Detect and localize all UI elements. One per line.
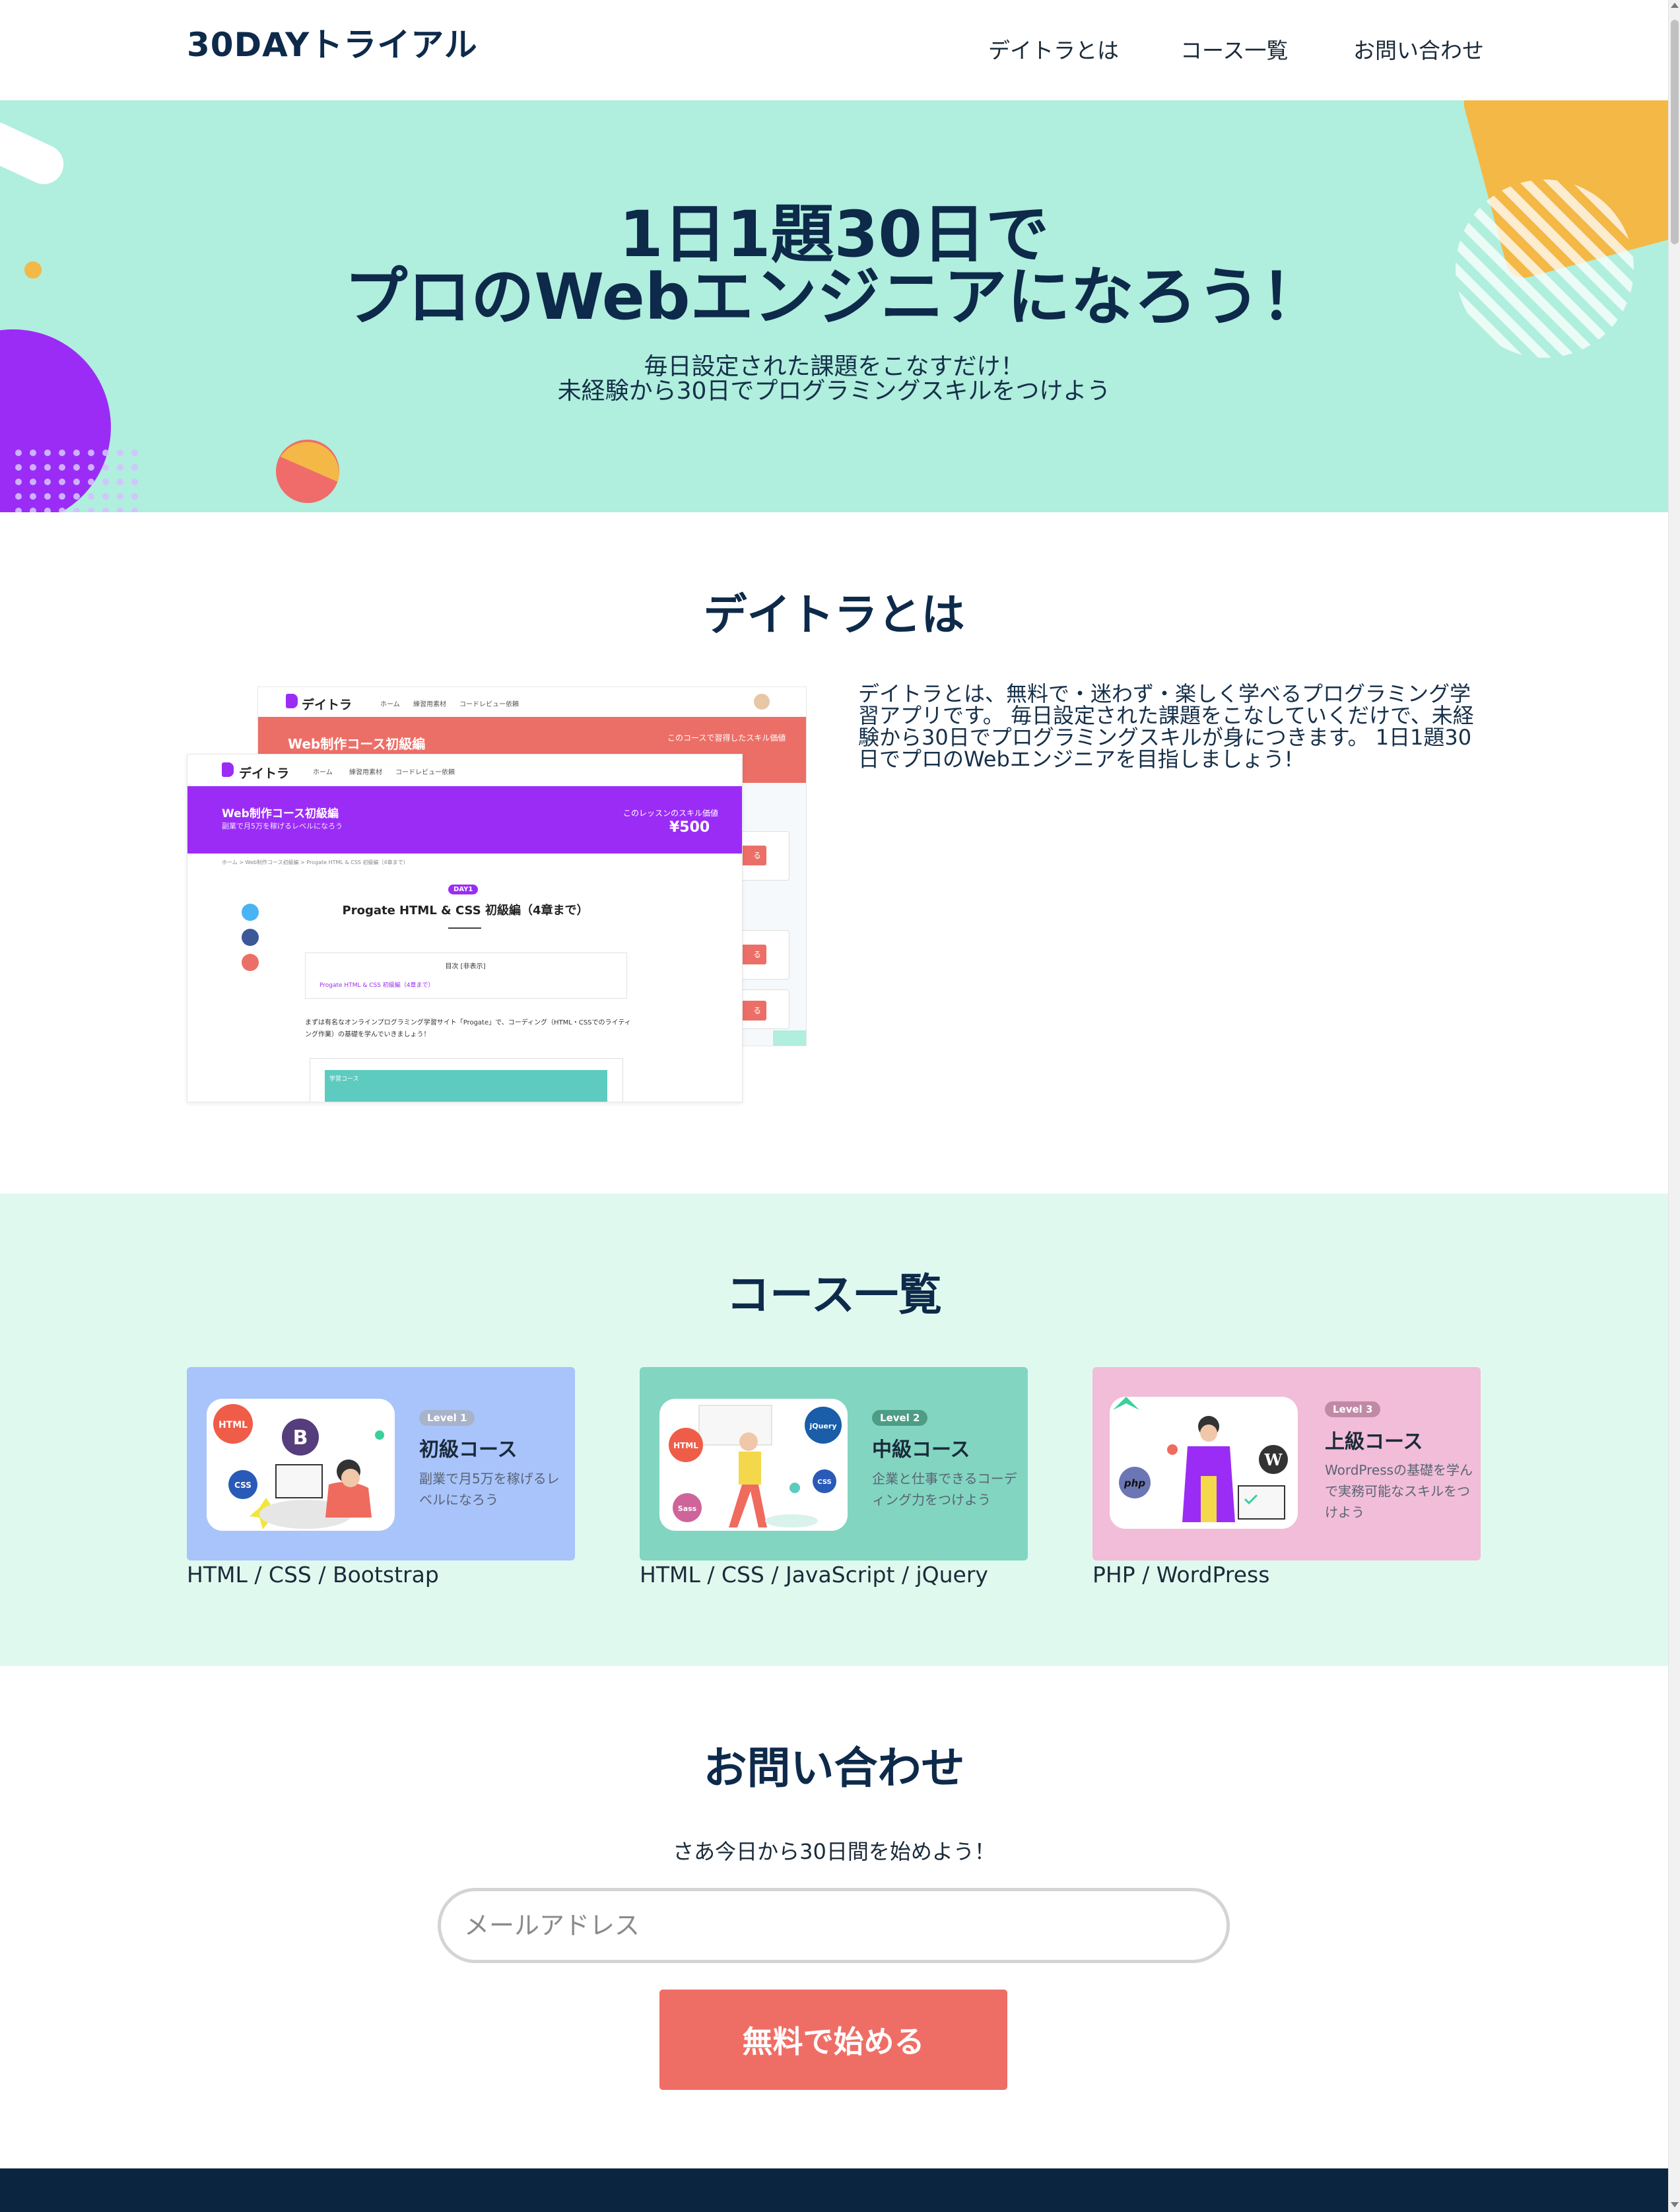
course-desc-advanced: WordPressの基礎を学んで実務可能なスキルをつけよう	[1325, 1462, 1473, 1520]
nav-link-courses[interactable]: コース一覧	[1180, 33, 1288, 65]
svg-text:jQuery: jQuery	[809, 1422, 836, 1430]
svg-text:CSS: CSS	[817, 1479, 831, 1486]
about-description: デイトラとは、無料で・迷わず・楽しく学べるプログラミング学習アプリです。 毎日設…	[858, 681, 1474, 772]
svg-text:W: W	[1264, 1450, 1283, 1469]
course-illustration-beginner: HTML B CSS	[207, 1399, 395, 1531]
white-pill-shape	[0, 122, 64, 184]
hero-subtitle-line2: 未経験から30日でプログラミングスキルをつけよう	[557, 378, 1111, 405]
site-footer	[0, 2168, 1668, 2212]
hero-section: 1日1題30日で プロのWebエンジニアになろう！ 毎日設定された課題をこなすだ…	[0, 100, 1668, 512]
contact-subtitle: さあ今日から30日間を始めよう！	[673, 1839, 995, 1864]
mockup-front-box-label: 学習コース	[329, 1076, 359, 1083]
mockup-back-banner-title: Web制作コース初級編	[288, 736, 426, 752]
email-input[interactable]	[438, 1888, 1230, 1963]
contact-title: お問い合わせ	[703, 1743, 965, 1793]
svg-text:CSS: CSS	[234, 1481, 252, 1490]
course-tags-advanced: PHP / WordPress	[1092, 1562, 1270, 1588]
mockup-back-banner-right: このコースで習得したスキル価値	[667, 733, 786, 743]
about-title: デイトラとは	[703, 589, 965, 640]
hero-title-line1: 1日1題30日で	[619, 197, 1050, 271]
course-illustration-intermediate: HTML jQuery Sass CSS	[659, 1399, 848, 1531]
mockup-back-nav-review: コードレビュー依頼	[459, 701, 519, 708]
site-logo[interactable]: 30DAYトライアル	[187, 18, 478, 66]
course-card-beginner[interactable]: HTML B CSS Level 1 初級コース 副業で月5万を稼げるレベルにな…	[187, 1367, 575, 1560]
mockup-front-nav-materials: 練習用素材	[349, 769, 382, 776]
svg-text:HTML: HTML	[218, 1420, 248, 1430]
mockup-front-brand: デイトラ	[239, 766, 290, 781]
mockup-back-nav-materials: 練習用素材	[413, 701, 446, 708]
mockup-front-banner-sub: 副業で月5万を稼げるレベルになろう	[222, 822, 343, 830]
mockup-back-brand: デイトラ	[302, 698, 353, 712]
course-desc-intermediate: 企業と仕事できるコーディング力をつけよう	[872, 1471, 1017, 1508]
mockup-front-banner-title: Web制作コース初級編	[222, 807, 339, 821]
course-card-advanced[interactable]: php W Level 3 上級コース WordPressの基礎を学んで実務可能…	[1092, 1367, 1481, 1560]
course-desc-beginner: 副業で月5万を稼げるレベルになろう	[419, 1471, 560, 1508]
nav-link-about[interactable]: デイトラとは	[988, 33, 1119, 65]
level-badge-intermediate: Level 2	[872, 1410, 928, 1426]
level-badge-advanced: Level 3	[1325, 1401, 1381, 1417]
mockup-front-lesson-title: Progate HTML & CSS 初級編（4章まで）	[342, 904, 589, 918]
courses-title: コース一覧	[726, 1269, 942, 1320]
course-illustration-advanced: php W	[1110, 1397, 1298, 1529]
mockup-front-day-badge: DAY1	[448, 885, 479, 894]
nav-link-contact[interactable]: お問い合わせ	[1353, 33, 1484, 65]
svg-text:Sass: Sass	[678, 1504, 697, 1513]
mockup-front-toc-label: 目次 [非表示]	[445, 963, 486, 970]
mockup-back-nav-home: ホーム	[380, 701, 400, 708]
mockup-front-banner-right: このレッスンのスキル価値	[623, 809, 719, 818]
course-name-advanced: 上級コース	[1325, 1430, 1423, 1454]
page: 30DAYトライアル デイトラとは コース一覧 お問い合わせ 1日1題30日で …	[0, 0, 1668, 2212]
twitter-icon	[242, 904, 259, 921]
mockup-front-price: ¥500	[669, 819, 710, 836]
facebook-icon	[242, 929, 259, 946]
course-name-intermediate: 中級コース	[872, 1438, 970, 1461]
hero-title-line2: プロのWebエンジニアになろう！	[344, 260, 1324, 334]
mockup-front-nav-review: コードレビュー依頼	[395, 769, 455, 776]
mockup-front-body-text: まずは有名なオンラインプログラミング学習サイト「Progate」で、コーディング…	[305, 1019, 631, 1038]
course-card-intermediate[interactable]: HTML jQuery Sass CSS Level 2 中級コース 企業と仕事…	[640, 1367, 1028, 1560]
start-free-button[interactable]: 無料で始める	[659, 1990, 1007, 2090]
svg-text:php: php	[1124, 1477, 1145, 1489]
mockup-back-avatar	[754, 694, 770, 710]
svg-text:HTML: HTML	[673, 1441, 698, 1450]
app-screenshot: デイトラ ホーム 練習用素材 コードレビュー依頼 Web制作コース初級編 このコ…	[187, 687, 807, 1102]
course-tags-intermediate: HTML / CSS / JavaScript / jQuery	[640, 1562, 988, 1588]
course-name-beginner: 初級コース	[419, 1438, 518, 1461]
level-badge-beginner: Level 1	[419, 1410, 475, 1426]
page-scrollbar[interactable]	[1668, 0, 1680, 2212]
mockup-front-toc-item: Progate HTML & CSS 初級編（4章まで）	[319, 982, 434, 989]
scrollbar-thumb[interactable]	[1671, 20, 1679, 244]
mockup-front-nav-home: ホーム	[313, 769, 333, 776]
site-header: 30DAYトライアル デイトラとは コース一覧 お問い合わせ	[0, 0, 1668, 100]
hero-subtitle-line1: 毎日設定された課題をこなすだけ！	[644, 353, 1025, 380]
scroll-down-arrow-icon[interactable]	[1671, 2202, 1679, 2207]
course-tags-beginner: HTML / CSS / Bootstrap	[187, 1562, 439, 1588]
svg-text:B: B	[293, 1426, 308, 1450]
scroll-up-arrow-icon[interactable]	[1671, 3, 1679, 8]
mockup-front-window: デイトラ ホーム 練習用素材 コードレビュー依頼 Web制作コース初級編 副業で…	[187, 754, 743, 1102]
mockup-front-breadcrumb: ホーム > Web制作コース初級編 > Progate HTML & CSS 初…	[222, 859, 409, 865]
